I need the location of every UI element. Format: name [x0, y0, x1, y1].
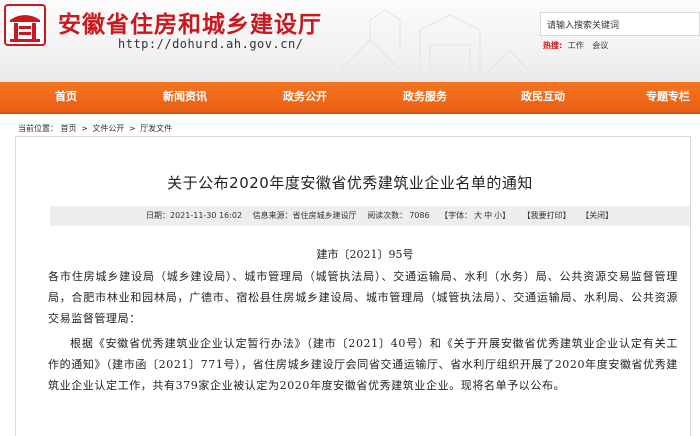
article-paragraph: 根据《安徽省优秀建筑业企业认定暂行办法》（建市〔2021〕40号）和《关于开展安… [48, 337, 678, 392]
article-source: 信息来源：省住房城乡建设厅 [252, 211, 357, 220]
font-size-medium-button[interactable]: 中 [484, 211, 492, 220]
nav-item-gov-open[interactable]: 政务公开 [283, 82, 327, 112]
nav-item-interaction[interactable]: 政民互动 [521, 82, 565, 112]
hot-search-item[interactable]: 工作 [568, 41, 584, 50]
font-size-label: 【字体： [440, 211, 473, 220]
font-size-large-button[interactable]: 大 [474, 211, 482, 220]
logo-icon[interactable] [4, 4, 46, 46]
nav-item-news[interactable]: 新闻资讯 [163, 82, 207, 112]
breadcrumb-item-dept-files[interactable]: 厅发文件 [140, 124, 172, 133]
article-title: 关于公布2020年度安徽省优秀建筑业企业名单的通知 [167, 174, 533, 192]
breadcrumb-label: 当前位置： [18, 124, 58, 133]
article-views-label: 阅读次数： [367, 211, 408, 220]
close-button[interactable]: 【关闭】 [581, 211, 613, 220]
article-date: 日期：2021-11-30 16:02 [146, 211, 243, 220]
breadcrumb-item-home[interactable]: 首页 [61, 124, 77, 133]
article-views: 阅读次数： 7086 [367, 211, 429, 220]
article-views-count: 7086 [409, 211, 430, 220]
site-name[interactable]: 安徽省住房和城乡建设厅 [58, 5, 322, 39]
main-nav: 首页 新闻资讯 政务公开 政务服务 政民互动 专题专栏 [0, 82, 700, 114]
nav-item-home[interactable]: 首页 [55, 82, 77, 112]
site-header: 安徽省住房和城乡建设厅 http://dohurd.ah.gov.cn/ 热搜:… [0, 0, 700, 82]
hot-search-item[interactable]: 会议 [592, 41, 608, 50]
print-button[interactable]: 【我要打印】 [523, 211, 571, 220]
search-input[interactable] [541, 15, 699, 37]
breadcrumb-item-files[interactable]: 文件公开 [92, 124, 124, 133]
font-size-small-button[interactable]: 小】 [494, 211, 510, 220]
hot-search: 热搜: 工作 会议 [543, 40, 614, 51]
nav-item-gov-service[interactable]: 政务服务 [403, 82, 447, 112]
search-box [540, 12, 700, 37]
document-number: 建市〔2021〕95号 [316, 248, 414, 261]
header-decoration [339, 9, 529, 75]
breadcrumb-separator: > [128, 124, 136, 133]
hot-search-label: 热搜: [543, 41, 563, 50]
breadcrumb-separator: > [81, 124, 88, 133]
font-size-switcher: 【字体：大中小】 [440, 211, 512, 220]
article-paragraph: 各市住房城乡建设局（城乡建设局）、城市管理局（城管执法局）、交通运输局、水利（水… [48, 270, 678, 325]
breadcrumb: 当前位置： 首页 > 文件公开 > 厅发文件 [18, 123, 172, 134]
nav-item-topics[interactable]: 专题专栏 [646, 82, 690, 112]
article-meta-bar: 日期：2021-11-30 16:02 信息来源：省住房城乡建设厅 阅读次数： 7… [50, 206, 690, 226]
site-url[interactable]: http://dohurd.ah.gov.cn/ [118, 37, 303, 51]
